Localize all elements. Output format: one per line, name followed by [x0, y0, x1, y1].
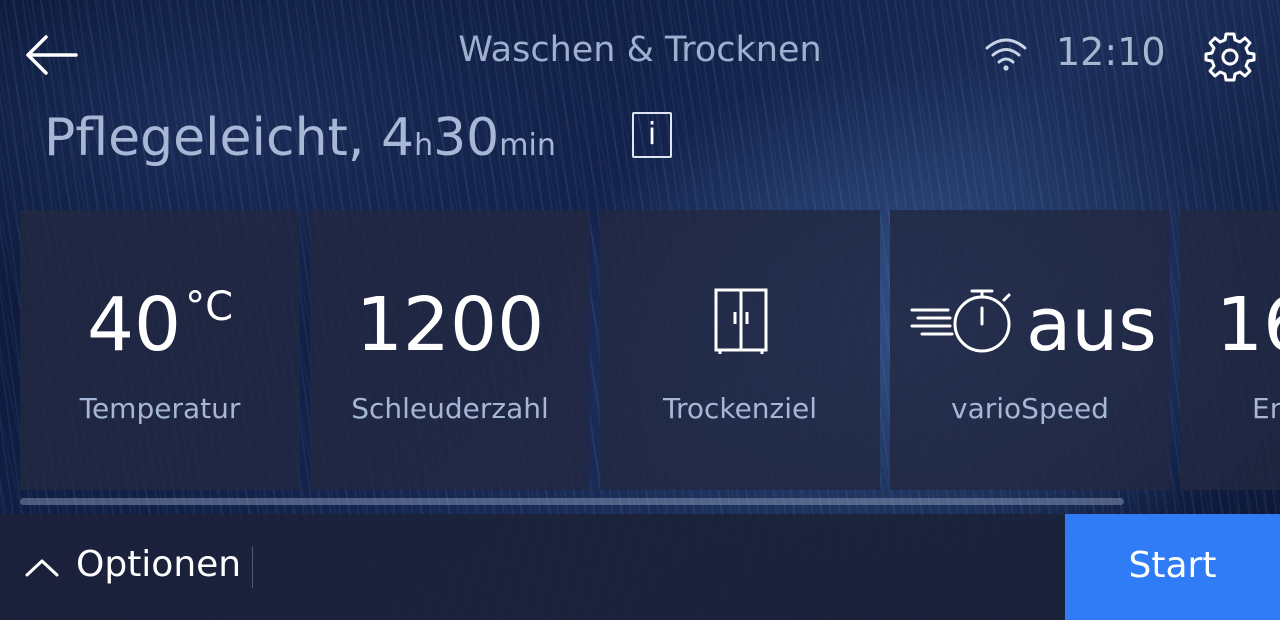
- chevron-up-icon: [25, 559, 59, 577]
- drying-target-label: Trockenziel: [662, 392, 818, 425]
- tile-partial-next[interactable]: 16 En: [1180, 210, 1280, 490]
- settings-gear-icon[interactable]: [1204, 30, 1256, 82]
- bottom-bar: Optionen Start: [0, 514, 1280, 620]
- top-bar: Waschen & Trocknen 12:10: [0, 0, 1280, 100]
- temperature-value: 40 °C: [20, 282, 300, 368]
- variospeed-label: varioSpeed: [951, 392, 1109, 425]
- temperature-number: 40: [86, 282, 182, 368]
- options-toggle[interactable]: Optionen: [20, 514, 254, 620]
- variospeed-value: aus: [1026, 282, 1157, 368]
- clock: 12:10: [1056, 30, 1166, 74]
- carousel-scrollbar[interactable]: [20, 498, 1124, 505]
- wifi-icon: [985, 38, 1027, 71]
- program-summary: Pflegeleicht, 4h30min: [44, 108, 556, 168]
- temperature-unit: °C: [185, 284, 234, 330]
- spin-speed-value: 1200: [355, 282, 545, 368]
- hours-unit: h: [414, 128, 434, 163]
- settings-carousel[interactable]: 40 °C Temperatur 1200 Schleuderzahl Trock…: [20, 210, 1280, 490]
- temperature-label: Temperatur: [79, 392, 241, 425]
- tile-drying-target[interactable]: Trockenziel: [600, 210, 880, 490]
- tile-temperature[interactable]: 40 °C Temperatur: [20, 210, 300, 490]
- stopwatch-speed-icon: [910, 289, 1011, 353]
- spin-speed-label: Schleuderzahl: [351, 392, 549, 425]
- wardrobe-icon: [714, 288, 768, 354]
- program-name: Pflegeleicht, 4: [44, 108, 415, 168]
- tile-spin-speed[interactable]: 1200 Schleuderzahl: [310, 210, 590, 490]
- info-button[interactable]: i: [632, 112, 672, 158]
- minutes-unit: min: [499, 128, 556, 163]
- options-label: Optionen: [76, 544, 242, 585]
- partial-tile-value: 16: [1216, 282, 1280, 368]
- start-button[interactable]: Start: [1065, 514, 1280, 620]
- tile-variospeed[interactable]: aus varioSpeed: [890, 210, 1170, 490]
- divider: [252, 546, 253, 588]
- program-minutes: 30: [433, 108, 500, 168]
- partial-tile-label: En: [1252, 392, 1280, 425]
